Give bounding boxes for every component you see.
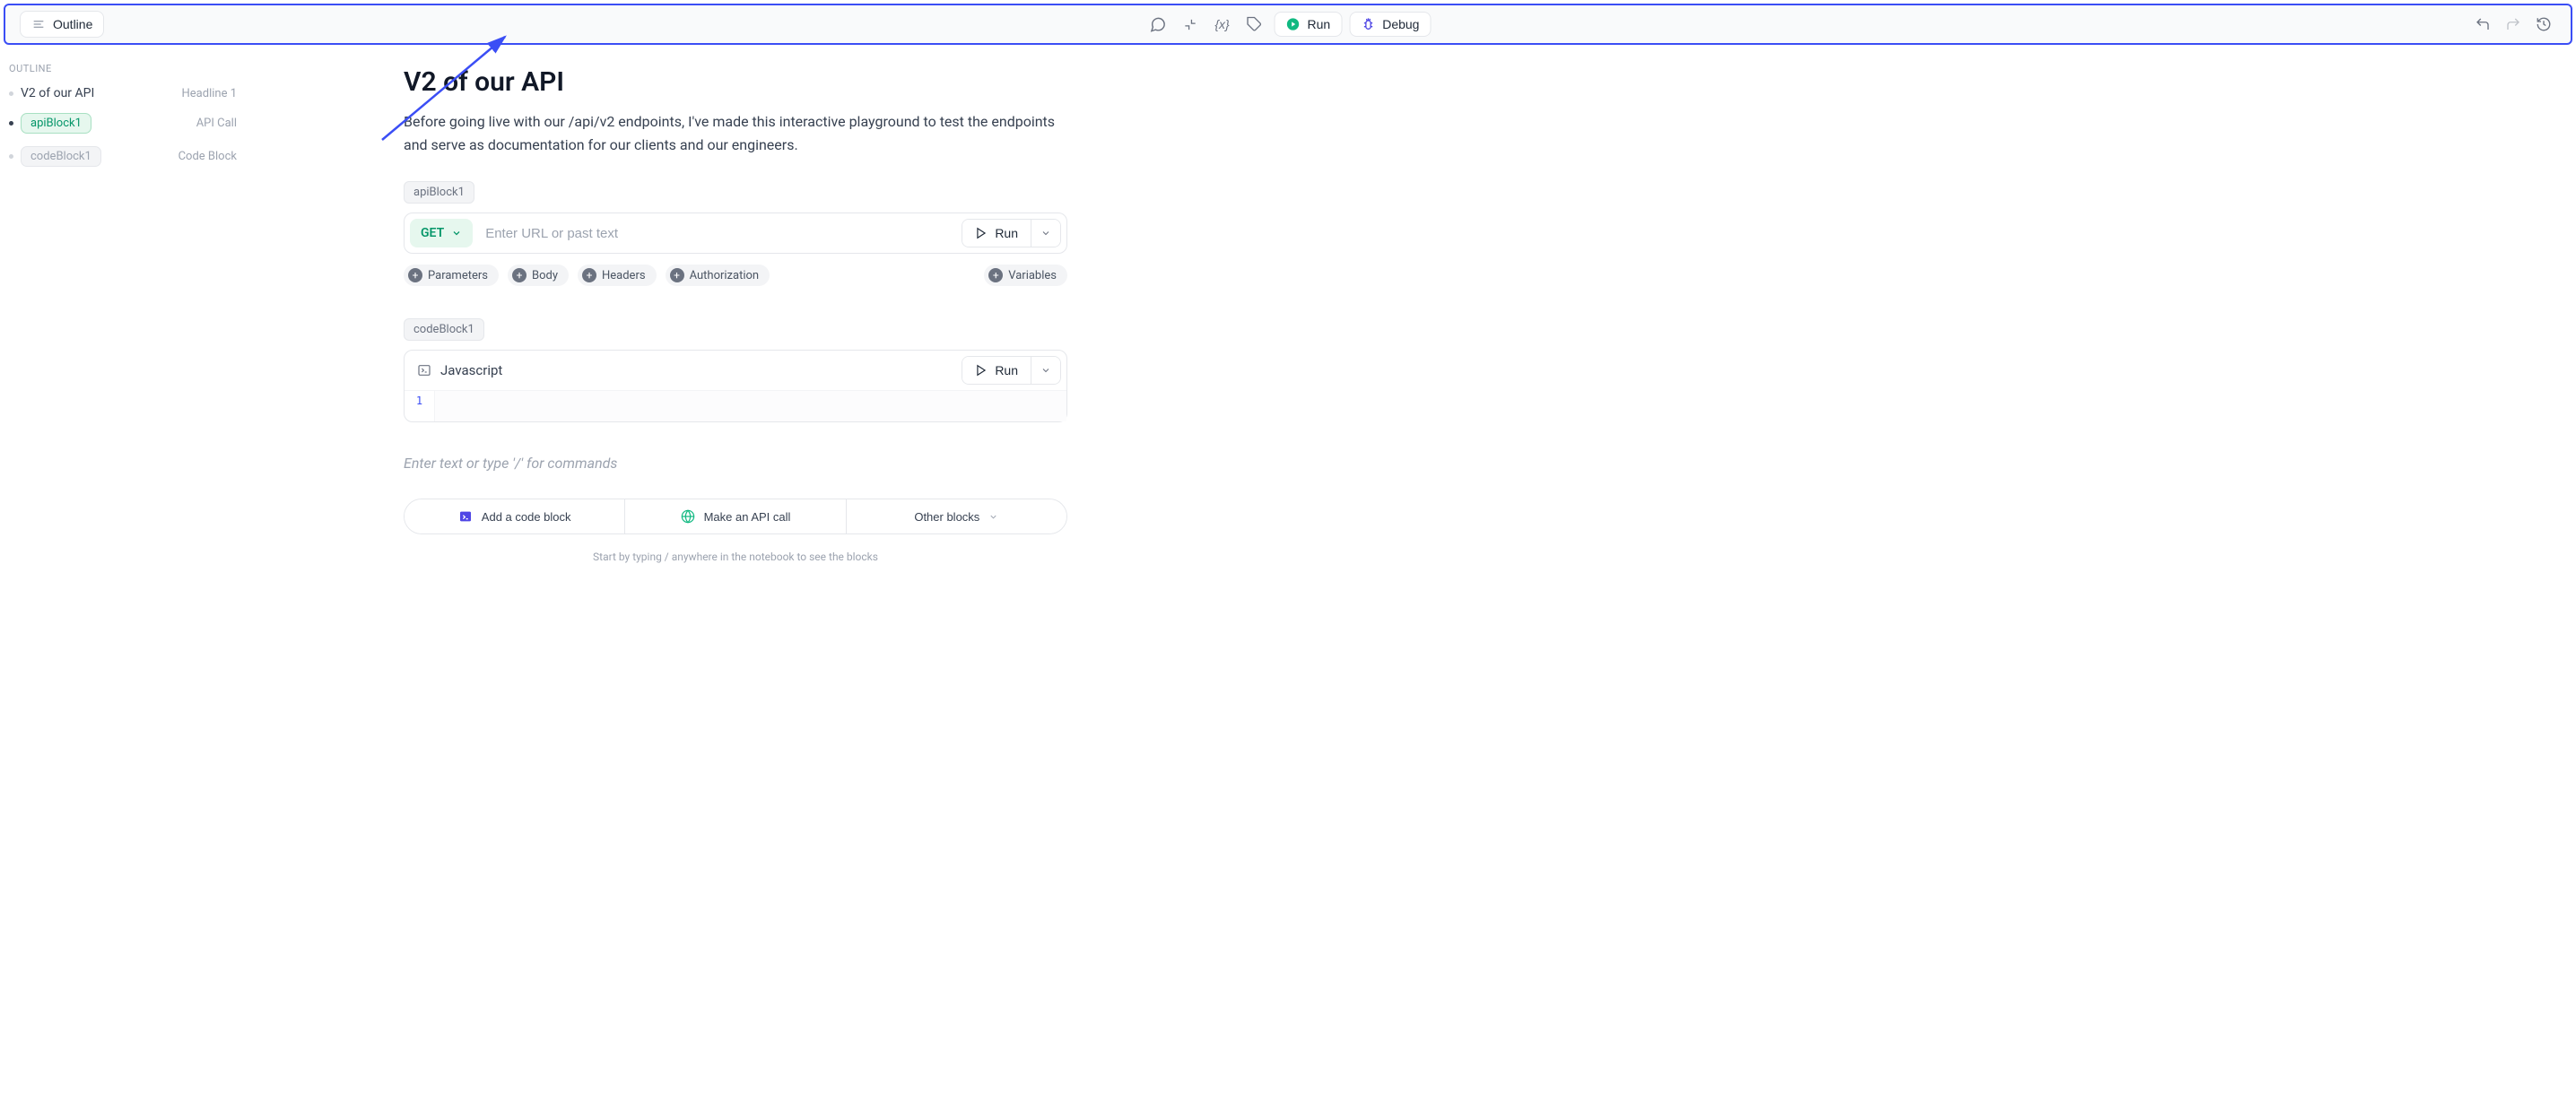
command-prompt[interactable]: Enter text or type '/' for commands [404,455,1067,472]
language-select[interactable]: Javascript [417,362,502,378]
page-title: V2 of our API [404,66,1067,98]
hint-text: Start by typing / anywhere in the notebo… [404,551,1067,563]
variable-icon: {x} [1214,17,1229,31]
language-label: Javascript [440,362,502,378]
tag-button[interactable] [1242,12,1267,37]
sidebar-item-apiblock[interactable]: apiBlock1 API Call [0,107,251,140]
plus-icon: + [670,268,684,282]
undo-button[interactable] [2470,12,2495,37]
api-config-chips: +Parameters +Body +Headers +Authorizatio… [404,265,1067,286]
run-code-group: Run [962,356,1061,385]
sidebar-item-label: apiBlock1 [21,113,91,134]
play-icon [975,227,988,239]
history-button[interactable] [2531,12,2556,37]
plus-icon: + [512,268,527,282]
outline-sidebar: OUTLINE V2 of our API Headline 1 apiBloc… [0,48,251,581]
chevron-down-icon [1040,228,1051,239]
chip-headers[interactable]: +Headers [578,265,657,286]
globe-icon [681,509,695,524]
chevron-down-icon [1040,365,1051,376]
http-method-value: GET [421,226,444,240]
sidebar-item-headline[interactable]: V2 of our API Headline 1 [0,80,251,107]
variables-button[interactable]: {x} [1210,12,1235,37]
play-circle-icon [1286,17,1301,31]
chevron-down-icon [451,228,462,239]
http-method-select[interactable]: GET [410,219,473,247]
run-all-button[interactable]: Run [1275,12,1343,37]
undo-icon [2475,16,2491,32]
bullet-icon [9,154,13,159]
url-input[interactable] [482,221,953,247]
run-api-label: Run [995,226,1018,240]
comment-button[interactable] [1145,12,1171,37]
main-content: V2 of our API Before going live with our… [368,48,1103,581]
make-api-call-button[interactable]: Make an API call [625,499,846,533]
top-toolbar: Outline {x} Run Debug [4,4,2572,45]
chat-icon [1149,16,1166,33]
chip-authorization[interactable]: +Authorization [666,265,770,286]
plus-icon: + [408,268,422,282]
run-all-label: Run [1308,17,1331,31]
run-code-label: Run [995,363,1018,377]
add-code-block-button[interactable]: Add a code block [405,499,625,533]
history-icon [2536,16,2552,32]
chip-variables[interactable]: +Variables [984,265,1067,286]
run-code-button[interactable]: Run [962,357,1031,384]
bullet-icon [9,121,13,126]
chip-body[interactable]: +Body [508,265,569,286]
collapse-button[interactable] [1178,12,1203,37]
sidebar-item-type: Code Block [178,150,237,163]
api-block-label[interactable]: apiBlock1 [404,181,474,204]
collapse-icon [1182,17,1197,32]
outline-header: OUTLINE [0,56,251,80]
sidebar-item-codeblock[interactable]: codeBlock1 Code Block [0,140,251,173]
redo-icon [2505,16,2521,32]
debug-label: Debug [1382,17,1419,31]
run-api-button[interactable]: Run [962,220,1031,247]
run-options-button[interactable] [1031,220,1060,247]
bullet-icon [9,91,13,96]
chip-parameters[interactable]: +Parameters [404,265,499,286]
plus-icon: + [582,268,596,282]
debug-button[interactable]: Debug [1349,12,1431,37]
run-button-group: Run [962,219,1061,247]
bug-icon [1361,17,1375,31]
api-block: GET Run [404,213,1067,254]
sidebar-item-label: V2 of our API [21,86,94,100]
run-code-options[interactable] [1031,357,1060,384]
terminal-icon [417,363,431,377]
code-block: Javascript Run 1 [404,350,1067,422]
sidebar-item-label: codeBlock1 [21,146,101,167]
redo-button[interactable] [2501,12,2526,37]
page-intro: Before going live with our /api/v2 endpo… [404,110,1067,156]
terminal-square-icon [458,509,473,524]
other-blocks-button[interactable]: Other blocks [847,499,1066,533]
line-number: 1 [405,391,435,421]
code-block-label[interactable]: codeBlock1 [404,318,484,341]
outline-toggle-label: Outline [53,17,92,31]
menu-icon [31,17,46,31]
chevron-down-icon [988,512,998,522]
sidebar-item-type: API Call [196,117,237,130]
block-insert-buttons: Add a code block Make an API call Other … [404,499,1067,534]
tag-icon [1247,16,1263,32]
outline-toggle-button[interactable]: Outline [20,11,104,38]
sidebar-item-type: Headline 1 [182,87,238,100]
play-icon [975,364,988,377]
code-editor[interactable] [435,391,1066,421]
plus-icon: + [988,268,1003,282]
